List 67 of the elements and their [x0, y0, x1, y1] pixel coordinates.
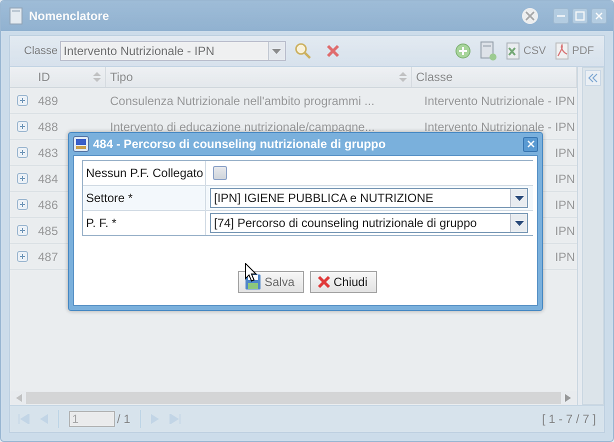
maximize-button[interactable] [572, 8, 588, 24]
dropdown-field[interactable]: [IPN] IGIENE PUBBLICA e NUTRIZIONE [210, 188, 528, 208]
table-cell: 488 [38, 120, 58, 134]
window-icon [9, 7, 23, 25]
table-cell: 485 [38, 224, 58, 238]
mouse-cursor-icon [245, 263, 257, 282]
table-cell: Consulenza Nutrizionale nell'ambito programmi ... [110, 94, 374, 108]
expand-icon[interactable] [16, 199, 28, 210]
record-count: [ 1 - 7 / 7 ] [542, 412, 596, 426]
sort-icon[interactable] [399, 71, 407, 83]
dialog-title: 484 - Percorso di counseling nutrizionale di gruppo [93, 137, 386, 151]
table-cell: IPN [554, 198, 575, 212]
dropdown-icon [514, 220, 524, 226]
expand-icon[interactable] [16, 173, 28, 184]
new-document-icon[interactable] [479, 41, 498, 61]
expand-panel-button[interactable] [585, 70, 601, 86]
double-chevron-icon [588, 73, 598, 83]
close-icon [316, 275, 330, 289]
table-cell: Intervento Nutrizionale - IPN [424, 120, 575, 134]
clear-icon[interactable] [326, 44, 340, 58]
window-title: Nomenclatore [29, 9, 110, 23]
close-dialog-button[interactable]: Chiudi [310, 271, 377, 293]
table-cell: 486 [38, 198, 58, 212]
filter-label: Classe [24, 45, 58, 57]
sort-icon[interactable] [93, 71, 101, 83]
dropdown-icon [514, 196, 524, 200]
table-cell: 484 [38, 172, 58, 186]
table-cell: Intervento Nutrizionale - IPN [424, 94, 575, 108]
column-header[interactable]: Classe [412, 67, 577, 87]
minimize-button[interactable] [553, 8, 569, 24]
pdf-icon [554, 42, 570, 60]
form-icon [73, 136, 89, 152]
close-icon [526, 140, 534, 148]
column-header[interactable]: Tipo [106, 67, 412, 87]
search-icon[interactable] [294, 42, 312, 60]
expand-icon[interactable] [16, 147, 28, 158]
close-icon[interactable] [521, 7, 539, 25]
dropdown-icon [272, 48, 282, 54]
table-cell: IPN [554, 172, 575, 186]
expand-icon[interactable] [16, 121, 28, 132]
expand-icon[interactable] [16, 95, 28, 106]
table-cell: 487 [38, 250, 58, 264]
table-cell: 489 [38, 94, 58, 108]
table-cell: IPN [554, 146, 575, 160]
close-button[interactable] [523, 136, 538, 152]
scroll-right-icon[interactable] [565, 394, 571, 402]
page-field[interactable]: 1 [69, 411, 115, 427]
dropdown-field[interactable]: [74] Percorso di counseling nutrizionale di gruppo [210, 213, 528, 233]
add-icon[interactable] [455, 43, 472, 59]
class-combo[interactable]: Intervento Nutrizionale - IPN [60, 41, 286, 61]
page-count: / 1 [117, 412, 130, 426]
table-cell: 483 [38, 146, 58, 160]
close-button[interactable] [591, 8, 607, 24]
column-header[interactable]: ID [34, 67, 106, 87]
checkbox[interactable] [213, 166, 227, 180]
pdf-export-button[interactable]: PDF [554, 42, 594, 60]
field-label: Settore * [86, 191, 133, 205]
csv-export-button[interactable]: CSV [505, 42, 546, 60]
field-label: P. F. * [86, 216, 116, 230]
scroll-left-icon[interactable] [16, 394, 22, 402]
table-cell: Intervento di educazione nutrizionale/campagne... [110, 120, 375, 134]
table-cell: IPN [554, 224, 575, 238]
spreadsheet-icon [505, 42, 522, 60]
expand-icon[interactable] [16, 251, 28, 262]
expand-icon[interactable] [16, 225, 28, 236]
table-cell: IPN [554, 250, 575, 264]
field-label: Nessun P.F. Collegato [86, 166, 204, 180]
